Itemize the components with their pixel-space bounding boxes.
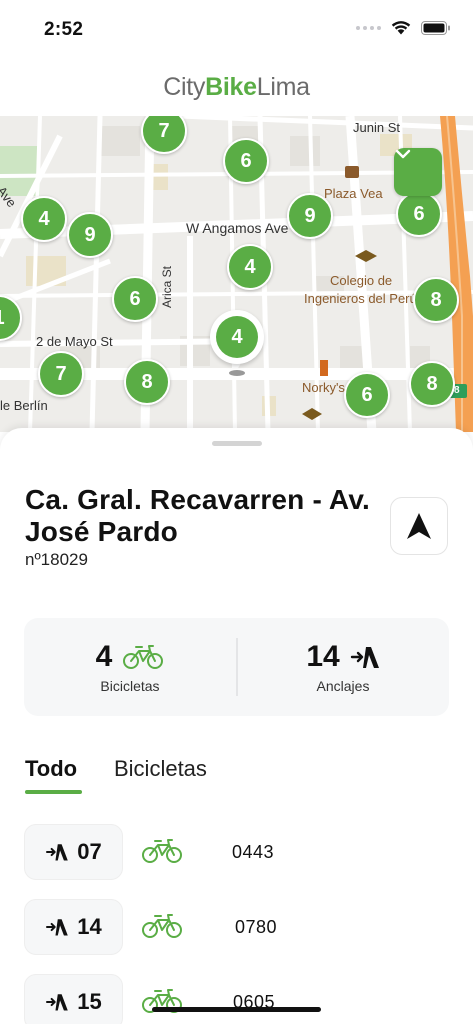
station-cluster[interactable]: 6 — [396, 191, 442, 237]
dock-number: 15 — [77, 989, 102, 1014]
map-label-junin: Junin St — [353, 120, 400, 135]
battery-icon — [421, 20, 450, 35]
navigate-button[interactable] — [390, 497, 448, 555]
dock-number: 07 — [77, 839, 102, 864]
status-bar: 2:52 — [0, 0, 473, 58]
pin-shadow — [229, 370, 245, 376]
bike-code: 0780 — [235, 917, 278, 937]
tab-all[interactable]: Todo — [25, 756, 77, 782]
bicycle-icon — [142, 914, 182, 938]
station-name: Ca. Gral. Recavarren - Av. José Pardo — [25, 484, 370, 547]
map-label-arica: Arica St — [160, 265, 174, 308]
dock-number-pill: 07 — [24, 824, 123, 880]
app-header: CityBikeLima — [0, 58, 473, 116]
dock-row[interactable]: 14 0780 — [0, 899, 473, 955]
bikes-label: Bicicletas — [100, 678, 160, 694]
docks-label: Anclajes — [316, 678, 370, 694]
dock-icon — [350, 647, 379, 668]
bike-code: 0443 — [232, 842, 275, 862]
active-tab-indicator — [25, 790, 82, 794]
map-label-dos-de-mayo: 2 de Mayo St — [36, 334, 113, 349]
availability-card: 4 Bicicletas 14 Anclajes — [24, 618, 449, 716]
dock-number-pill: 14 — [24, 899, 123, 955]
selected-station-pin[interactable]: 4 — [210, 310, 264, 380]
navigation-arrow-icon — [407, 513, 431, 539]
map-label-norkys: Norky's — [302, 380, 345, 395]
map-label-colegio-1: Colegio de — [330, 273, 393, 288]
bikes-count: 4 — [95, 640, 113, 673]
dock-icon — [46, 844, 69, 861]
docks-count: 14 — [306, 640, 340, 673]
signal-dots-icon — [356, 25, 381, 30]
wifi-icon — [391, 21, 411, 35]
chevron-down-icon — [395, 149, 411, 159]
status-time: 2:52 — [44, 19, 84, 40]
station-cluster[interactable]: 6 — [344, 372, 390, 418]
station-cluster[interactable]: 8 — [409, 361, 455, 407]
bicycle-icon — [123, 645, 164, 669]
bicycle-icon — [142, 839, 182, 863]
sheet-grabber[interactable] — [212, 441, 262, 446]
station-cluster[interactable]: 8 — [124, 359, 170, 405]
docks-stat: 14 Anclajes — [237, 618, 449, 716]
dock-icon — [46, 994, 69, 1011]
station-cluster[interactable]: 8 — [413, 277, 459, 323]
tab-bikes[interactable]: Bicicletas — [114, 756, 207, 782]
status-icons — [356, 20, 451, 35]
station-map[interactable]: Junin St Plaza Vea W Angamos Ave Colegio… — [0, 116, 473, 432]
dock-row[interactable]: 07 0443 — [0, 824, 473, 880]
map-label-berlin: le Berlín — [0, 398, 48, 413]
brand-logo: CityBikeLima — [163, 72, 310, 102]
station-detail-sheet: Ca. Gral. Recavarren - Av. José Pardo nº… — [0, 428, 473, 1024]
station-cluster[interactable]: 6 — [112, 276, 158, 322]
selected-station-count: 4 — [216, 316, 258, 358]
station-cluster[interactable]: 7 — [38, 351, 84, 397]
brand-lima: Lima — [256, 72, 310, 101]
map-label-plaza-vea: Plaza Vea — [324, 186, 383, 201]
station-cluster[interactable]: 4 — [21, 196, 67, 242]
dock-number: 14 — [77, 914, 102, 939]
station-cluster[interactable]: 6 — [223, 138, 269, 184]
dock-icon — [46, 919, 69, 936]
dock-row[interactable]: 15 0605 — [0, 974, 473, 1024]
station-number: nº18029 — [25, 550, 88, 569]
bikes-stat: 4 Bicicletas — [24, 618, 236, 716]
brand-city: City — [163, 72, 206, 101]
home-indicator[interactable] — [152, 1007, 321, 1012]
collapse-map-button[interactable] — [394, 148, 442, 196]
dock-number-pill: 15 — [24, 974, 123, 1024]
map-label-colegio-2: Ingenieros del Perú — [304, 291, 417, 306]
station-cluster[interactable]: 9 — [287, 193, 333, 239]
station-cluster[interactable]: 4 — [227, 244, 273, 290]
brand-bike: Bike — [205, 72, 257, 101]
map-label-angamos: W Angamos Ave — [186, 220, 289, 236]
station-cluster[interactable]: 9 — [67, 212, 113, 258]
